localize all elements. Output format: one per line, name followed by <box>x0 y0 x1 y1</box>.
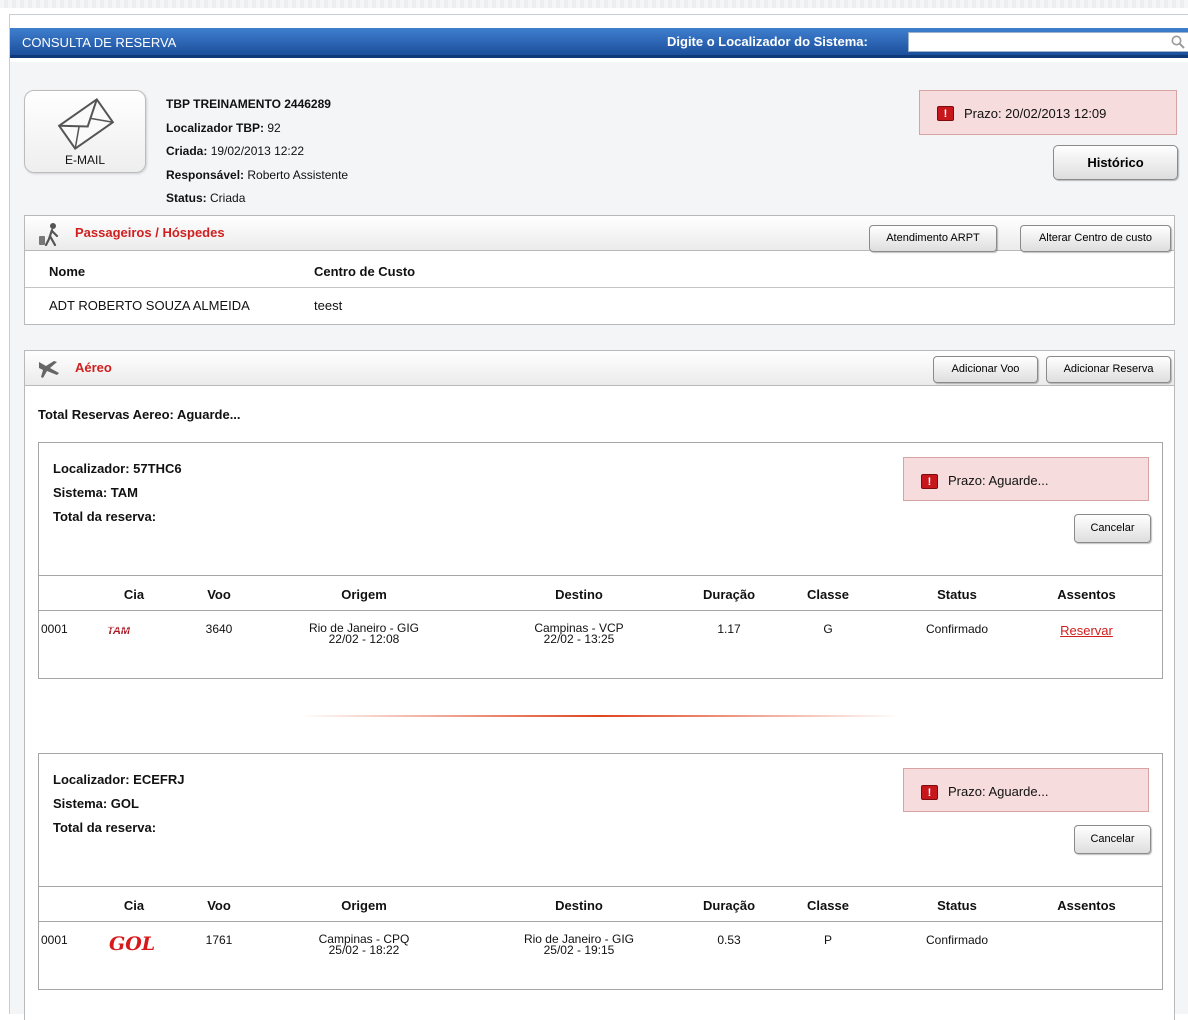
adicionar-reserva-button[interactable]: Adicionar Reserva <box>1046 356 1171 383</box>
col-centro-custo: Centro de Custo <box>314 264 416 279</box>
flight-voo: 3640 <box>205 622 233 636</box>
flight-destino-time: 25/02 - 19:15 <box>543 943 615 957</box>
col-status: Status <box>937 587 977 602</box>
localizador-label: Localizador TBP: <box>166 120 265 135</box>
tam-logo-icon: TAM <box>105 624 163 636</box>
flight-origem-time: 22/02 - 12:08 <box>328 632 400 646</box>
col-duracao: Duração <box>702 587 756 602</box>
historico-button[interactable]: Histórico <box>1053 145 1178 180</box>
responsavel-value: Roberto Assistente <box>247 167 349 182</box>
passengers-panel: Passageiros / Hóspedes Atendimento ARPT … <box>24 215 1175 325</box>
table-header-border <box>39 610 1162 611</box>
col-destino: Destino <box>555 898 603 913</box>
adicionar-voo-button[interactable]: Adicionar Voo <box>933 356 1038 383</box>
col-assentos: Assentos <box>1057 587 1116 602</box>
col-classe: Classe <box>807 898 849 913</box>
flight-duracao: 0.53 <box>717 933 741 947</box>
reservation-sistema: Sistema: TAM <box>53 485 138 500</box>
reservation-total: Total da reserva: <box>53 820 157 835</box>
passenger-centro: teest <box>314 298 343 313</box>
col-voo: Voo <box>207 898 231 913</box>
flight-origem: Rio de Janeiro - GIG 22/02 - 12:08 <box>284 622 444 646</box>
flight-classe: G <box>823 622 833 636</box>
reservation-localizador: Localizador: ECEFRJ <box>53 772 185 787</box>
email-button-label: E-MAIL <box>64 153 105 167</box>
col-origem: Origem <box>341 587 387 602</box>
reservar-seats-link[interactable]: Reservar <box>1044 623 1129 638</box>
col-origem: Origem <box>341 898 387 913</box>
reservation-prazo-box: ! Prazo: Aguarde... <box>903 457 1149 501</box>
warning-icon: ! <box>921 785 938 800</box>
envelope-icon <box>57 97 115 151</box>
responsavel-label: Responsável: <box>166 167 245 182</box>
status-value: Criada <box>210 191 246 205</box>
col-destino: Destino <box>555 587 603 602</box>
reservation-card: Localizador: 57THC6 Sistema: TAM Total d… <box>38 442 1163 679</box>
passengers-panel-header: Passageiros / Hóspedes Atendimento ARPT … <box>25 216 1174 252</box>
reservation-prazo-text: Prazo: Aguarde... <box>948 473 1049 488</box>
flight-duracao: 1.17 <box>717 622 741 636</box>
page-title: CONSULTA DE RESERVA <box>22 35 177 50</box>
col-duracao: Duração <box>702 898 756 913</box>
flight-destino-time: 22/02 - 13:25 <box>543 632 615 646</box>
col-cia: Cia <box>123 898 145 913</box>
title-bar: CONSULTA DE RESERVA Digite o Localizador… <box>10 28 1188 58</box>
col-classe: Classe <box>807 587 849 602</box>
flight-status: Confirmado <box>925 933 989 947</box>
airline-logo-text: GOL <box>109 933 155 954</box>
flight-origem: Campinas - CPQ 25/02 - 18:22 <box>284 933 444 957</box>
flight-seq: 0001 <box>41 933 68 947</box>
localizador-value: 92 <box>267 120 281 135</box>
alterar-centro-custo-button[interactable]: Alterar Centro de custo <box>1020 225 1171 252</box>
reservation-prazo-text: Prazo: Aguarde... <box>948 784 1049 799</box>
prazo-main-text: Prazo: 20/02/2013 12:09 <box>964 106 1107 121</box>
total-reservas-aereo: Total Reservas Aereo: Aguarde... <box>38 407 241 422</box>
booking-info: TBP TREINAMENTO 2446289 Localizador TBP:… <box>166 93 348 211</box>
airplane-icon <box>39 361 59 378</box>
flight-voo: 1761 <box>205 933 233 947</box>
table-header-border <box>39 921 1162 922</box>
passengers-title: Passageiros / Hóspedes <box>75 225 225 240</box>
prazo-main-box: ! Prazo: 20/02/2013 12:09 <box>919 90 1177 135</box>
status-label: Status: <box>166 191 207 205</box>
col-status: Status <box>937 898 977 913</box>
reservation-prazo-box: ! Prazo: Aguarde... <box>903 768 1149 812</box>
reservation-total: Total da reserva: <box>53 509 157 524</box>
reservation-card: Localizador: ECEFRJ Sistema: GOL Total d… <box>38 753 1163 990</box>
reservation-divider <box>300 715 900 717</box>
aereo-title: Aéreo <box>75 360 112 375</box>
search-input[interactable] <box>908 32 1188 52</box>
atendimento-arpt-button[interactable]: Atendimento ARPT <box>869 225 997 252</box>
search-label: Digite o Localizador do Sistema: <box>667 34 868 49</box>
table-top-border <box>39 886 1162 887</box>
col-assentos: Assentos <box>1057 898 1116 913</box>
cancelar-button[interactable]: Cancelar <box>1074 825 1151 854</box>
reservation-sistema: Sistema: GOL <box>53 796 139 811</box>
email-button[interactable]: E-MAIL <box>24 90 146 173</box>
col-cia: Cia <box>123 587 145 602</box>
flight-origem-time: 25/02 - 18:22 <box>328 943 400 957</box>
flight-classe: P <box>823 933 832 947</box>
booking-name: TBP TREINAMENTO 2446289 <box>166 97 331 111</box>
criada-value: 19/02/2013 12:22 <box>210 144 305 158</box>
cancelar-button[interactable]: Cancelar <box>1074 514 1151 543</box>
reservation-localizador: Localizador: 57THC6 <box>53 461 182 476</box>
col-voo: Voo <box>207 587 231 602</box>
flight-destino: Rio de Janeiro - GIG 25/02 - 19:15 <box>499 933 659 957</box>
col-nome: Nome <box>49 264 86 279</box>
passenger-name: ADT ROBERTO SOUZA ALMEIDA <box>49 298 250 313</box>
criada-label: Criada: <box>166 144 208 158</box>
flight-status: Confirmado <box>925 622 989 636</box>
row-divider <box>25 287 1174 288</box>
warning-icon: ! <box>937 106 954 121</box>
gol-logo-icon: GOL <box>109 933 155 954</box>
table-top-border <box>39 575 1162 576</box>
aereo-panel-header: Aéreo Adicionar Voo Adicionar Reserva <box>25 351 1174 386</box>
flight-seq: 0001 <box>41 622 68 636</box>
flight-destino: Campinas - VCP 22/02 - 13:25 <box>499 622 659 646</box>
traveler-icon <box>39 223 59 246</box>
top-strip <box>0 0 1188 8</box>
warning-icon: ! <box>921 474 938 489</box>
search-icon[interactable] <box>1170 34 1186 50</box>
